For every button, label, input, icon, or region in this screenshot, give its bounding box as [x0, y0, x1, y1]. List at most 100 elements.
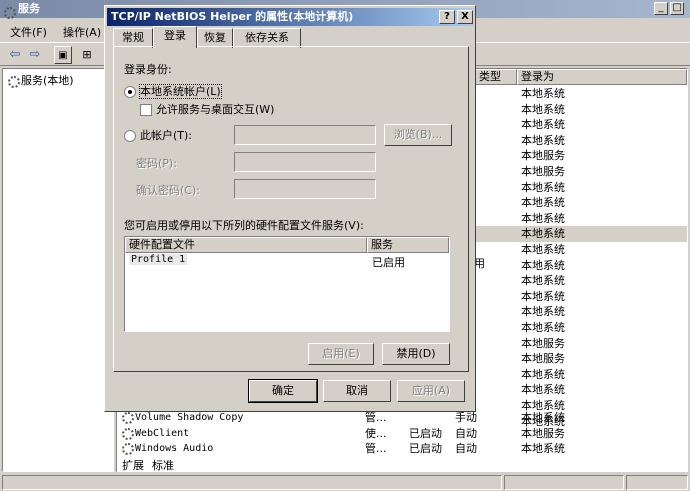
dialog-title: TCP/IP NetBIOS Helper 的属性(本地计算机)	[111, 10, 354, 23]
column-header-logon[interactable]: 登录为	[517, 69, 687, 85]
logon-cell: 本地系统	[521, 227, 565, 241]
service-name-text: WebClient	[135, 427, 190, 439]
profile-cell: Profile 1	[129, 254, 188, 265]
service-status-cell: 已启动	[409, 442, 442, 456]
table-row[interactable]: WebClient 使... 已启动 自动 本地服务	[117, 426, 687, 442]
logon-cell: 本地服务	[521, 336, 565, 350]
logon-cell: 本地系统	[521, 102, 565, 116]
logon-cell: 本地服务	[521, 352, 565, 366]
logon-cell: 本地服务	[521, 149, 565, 163]
service-name-cell: Windows Audio	[121, 441, 213, 456]
hardware-profile-list[interactable]: 硬件配置文件 服务 Profile 1 已启用	[124, 236, 450, 332]
service-name-cell: Volume Shadow Copy	[121, 410, 243, 425]
logon-cell: 本地系统	[521, 133, 565, 147]
service-startup-cell: 手动	[455, 411, 477, 424]
service-desc-cell: 使...	[365, 426, 387, 440]
radio-unselected-icon	[124, 130, 136, 142]
checkbox-icon	[140, 104, 152, 116]
main-title-text: 服务	[18, 2, 40, 15]
back-arrow-icon[interactable]: ⇦	[6, 46, 24, 64]
logon-cell: 本地系统	[521, 118, 565, 132]
help-icon[interactable]: ?	[439, 10, 455, 24]
service-status-cell: 已启动	[409, 426, 442, 440]
service-gear-icon	[121, 427, 134, 440]
forward-arrow-icon[interactable]: ⇨	[26, 46, 44, 64]
logon-cell: 本地系统	[521, 180, 565, 194]
logon-cell: 本地服务	[521, 426, 565, 440]
password-label: 密码(P):	[136, 157, 177, 170]
logon-cell: 本地系统	[521, 305, 565, 319]
services-icon	[7, 75, 20, 88]
logon-cell: 本地系统	[521, 211, 565, 225]
browse-button[interactable]: 浏览(B)...	[384, 124, 452, 146]
close-icon[interactable]: X	[457, 10, 473, 24]
this-account-label: 此帐户(T):	[140, 129, 193, 142]
logon-tab-panel: 登录身份: 本地系统帐户(L) 允许服务与桌面交互(W) 此帐户(T): 浏览(…	[113, 46, 469, 372]
logon-as-label: 登录身份:	[124, 63, 172, 76]
logon-cell: 本地服务	[521, 165, 565, 178]
service-startup-cell: 自动	[455, 426, 477, 440]
status-section-2	[504, 475, 624, 490]
apply-button[interactable]: 应用(A)	[397, 380, 465, 402]
maximize-icon[interactable]: □	[670, 2, 684, 15]
tab-dependencies[interactable]: 依存关系	[233, 28, 301, 48]
service-gear-icon	[121, 411, 134, 424]
tab-standard[interactable]: 标准	[152, 457, 174, 473]
confirm-password-label: 确认密码(C):	[136, 184, 200, 197]
column-header-service[interactable]: 服务	[367, 237, 449, 253]
checkbox-interact-desktop[interactable]: 允许服务与桌面交互(W)	[140, 101, 274, 117]
status-bar	[0, 474, 690, 491]
account-input[interactable]	[234, 125, 376, 145]
logon-cell: 本地系统	[521, 289, 565, 303]
menu-action[interactable]: 操作(A)	[63, 24, 101, 40]
tab-extended[interactable]: 扩展	[122, 457, 144, 473]
profile-caption: 您可启用或停用以下所列的硬件配置文件服务(V):	[124, 219, 364, 232]
services-icon	[3, 3, 16, 19]
tab-recovery[interactable]: 恢复	[197, 28, 233, 48]
logon-cell: 本地系统	[521, 383, 565, 397]
column-header-type[interactable]: 类型	[475, 69, 517, 85]
service-desc-cell: 管...	[365, 442, 387, 456]
minimize-icon[interactable]: _	[654, 2, 668, 15]
table-row[interactable]: Windows Audio 管... 已启动 自动 本地系统	[117, 441, 687, 457]
confirm-password-input[interactable]	[234, 179, 376, 199]
view-tabs: 扩展 标准	[118, 456, 198, 472]
logon-cell: 本地系统	[521, 196, 565, 210]
status-section-3	[626, 475, 688, 490]
table-row[interactable]: Volume Shadow Copy 管... 手动 本地系统	[117, 410, 687, 426]
cancel-button[interactable]: 取消	[323, 380, 391, 402]
radio-this-account[interactable]: 此帐户(T):	[124, 127, 192, 143]
interact-label: 允许服务与桌面交互(W)	[156, 103, 275, 116]
service-startup-cell: 自动	[455, 442, 477, 456]
tree-item-label: 服务(本地)	[21, 74, 74, 87]
logon-cell: 本地系统	[521, 258, 565, 272]
logon-cell: 本地系统	[521, 411, 565, 424]
tree-item-services-local[interactable]: 服务(本地)	[7, 72, 74, 88]
radio-local-system[interactable]: 本地系统帐户(L)	[124, 83, 222, 99]
tree-pane: 服务(本地)	[2, 68, 114, 472]
logon-cell: 本地系统	[521, 367, 565, 381]
properties-icon[interactable]: ⊞	[78, 46, 96, 64]
logon-cell: 本地系统	[521, 243, 565, 256]
service-gear-icon	[121, 442, 134, 456]
service-name-text: Windows Audio	[135, 443, 214, 455]
local-system-label: 本地系统帐户(L)	[139, 84, 222, 99]
show-tree-icon[interactable]: ▣	[54, 46, 72, 64]
dialog-title-bar: TCP/IP NetBIOS Helper 的属性(本地计算机)	[107, 8, 473, 26]
service-desc-cell: 管...	[365, 411, 387, 424]
status-section-1	[2, 475, 502, 490]
logon-cell: 本地系统	[521, 274, 565, 288]
properties-dialog: TCP/IP NetBIOS Helper 的属性(本地计算机) ? X 常规 …	[104, 5, 476, 412]
logon-cell: 本地系统	[521, 321, 565, 334]
enable-button[interactable]: 启用(E)	[308, 343, 374, 365]
password-input[interactable]	[234, 152, 376, 172]
tab-general[interactable]: 常规	[113, 28, 153, 48]
disable-button[interactable]: 禁用(D)	[382, 343, 450, 365]
column-header-profile[interactable]: 硬件配置文件	[125, 237, 367, 253]
menu-file[interactable]: 文件(F)	[10, 24, 47, 40]
ok-button[interactable]: 确定	[248, 379, 318, 403]
tab-logon[interactable]: 登录	[153, 26, 197, 48]
service-cell: 已启用	[372, 256, 405, 269]
radio-selected-icon	[124, 86, 136, 98]
table-row[interactable]: Profile 1 已启用	[127, 254, 447, 269]
